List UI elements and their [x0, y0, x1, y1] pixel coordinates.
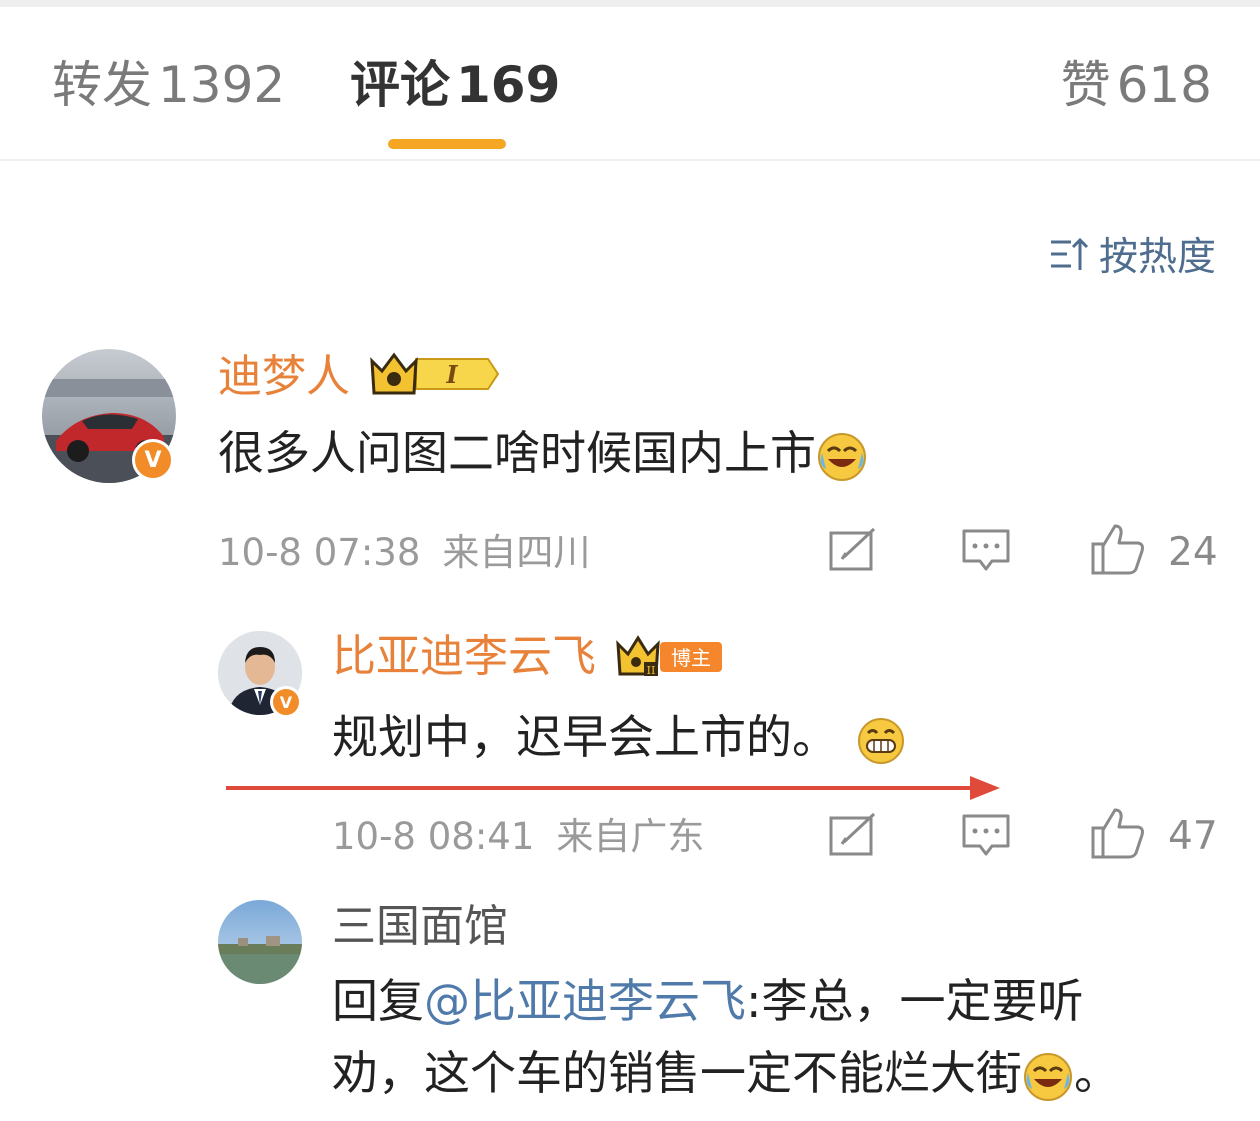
- blogger-badge-text: 博主: [671, 646, 711, 670]
- sort-icon: [1050, 237, 1089, 270]
- comment-location: 来自四川: [442, 531, 591, 574]
- verified-badge-icon: V: [270, 686, 302, 718]
- tab-reposts[interactable]: 转发 1392: [52, 55, 285, 115]
- blogger-badge-icon: 博主 II: [616, 635, 722, 677]
- status-band: [0, 0, 1260, 7]
- repost-icon[interactable]: [828, 527, 878, 573]
- like-icon[interactable]: [1090, 522, 1146, 576]
- reply-text-body: 规划中，迟早会上市的。: [332, 710, 838, 764]
- comment-text-body: 很多人问图二啥时候国内上市: [218, 426, 816, 480]
- tab-divider: [0, 159, 1260, 161]
- sort-label: 按热度: [1098, 235, 1216, 280]
- like-count: 24: [1168, 530, 1218, 575]
- comment-meta: 10-8 07:38 来自四川: [218, 530, 590, 576]
- reply-text-part: :李总，一定要听: [746, 974, 1084, 1028]
- laugh-cry-emoji-icon: [818, 432, 866, 481]
- tab-reposts-label: 转发: [52, 56, 152, 114]
- reply-mention-link[interactable]: @比亚迪李云飞: [424, 974, 746, 1028]
- tab-likes-count: 618: [1116, 56, 1212, 114]
- reply-icon[interactable]: [960, 812, 1012, 860]
- reply-text-part: 劝，这个车的销售一定不能烂大街: [332, 1046, 1022, 1100]
- tears-of-joy-emoji-icon: [1024, 1052, 1072, 1101]
- reply-text: 规划中，迟早会上市的。: [332, 708, 906, 766]
- like-icon[interactable]: [1090, 806, 1146, 860]
- tab-reposts-count: 1392: [158, 56, 286, 114]
- reply-text-line-1: 回复@比亚迪李云飞:李总，一定要听: [332, 972, 1084, 1030]
- tab-likes[interactable]: 赞 618: [1061, 55, 1212, 115]
- comment-time: 10-8 07:38: [218, 531, 421, 574]
- reply-username[interactable]: 三国面馆: [332, 900, 508, 954]
- reply-time: 10-8 08:41: [332, 815, 535, 858]
- reply-text-line-2: 劝，这个车的销售一定不能烂大街 。: [332, 1044, 1120, 1103]
- reply-text-end: 。: [1074, 1046, 1120, 1100]
- reply-prefix: 回复: [332, 974, 424, 1028]
- lake-avatar-image: [218, 900, 302, 984]
- reply-username[interactable]: 比亚迪李云飞: [332, 630, 596, 684]
- verified-badge-icon: V: [132, 439, 174, 481]
- repost-icon[interactable]: [828, 812, 878, 858]
- like-count: 47: [1168, 814, 1218, 859]
- avatar-sanguomianguan[interactable]: [218, 900, 302, 984]
- tab-comments-count: 169: [456, 56, 561, 114]
- tab-comments-label: 评论: [350, 56, 450, 114]
- fan-level-text: I: [445, 360, 458, 389]
- tab-bar: 转发 1392 评论 169 赞 618: [0, 7, 1260, 159]
- reply-icon[interactable]: [960, 527, 1012, 575]
- fan-level-text: II: [647, 664, 656, 677]
- comment-username[interactable]: 迪梦人: [218, 350, 350, 404]
- reply-location: 来自广东: [556, 815, 705, 858]
- grin-emoji-icon: [858, 717, 904, 764]
- comment-text: 很多人问图二啥时候国内上市: [218, 424, 868, 483]
- tab-likes-label: 赞: [1060, 56, 1111, 114]
- active-tab-indicator: [388, 139, 506, 149]
- fan-level-badge-icon: I: [370, 352, 500, 395]
- sort-button[interactable]: 按热度: [1049, 231, 1216, 280]
- reply-meta: 10-8 08:41 来自广东: [332, 814, 704, 860]
- red-arrow-annotation-icon: [226, 776, 1000, 800]
- tab-comments[interactable]: 评论 169: [350, 55, 560, 115]
